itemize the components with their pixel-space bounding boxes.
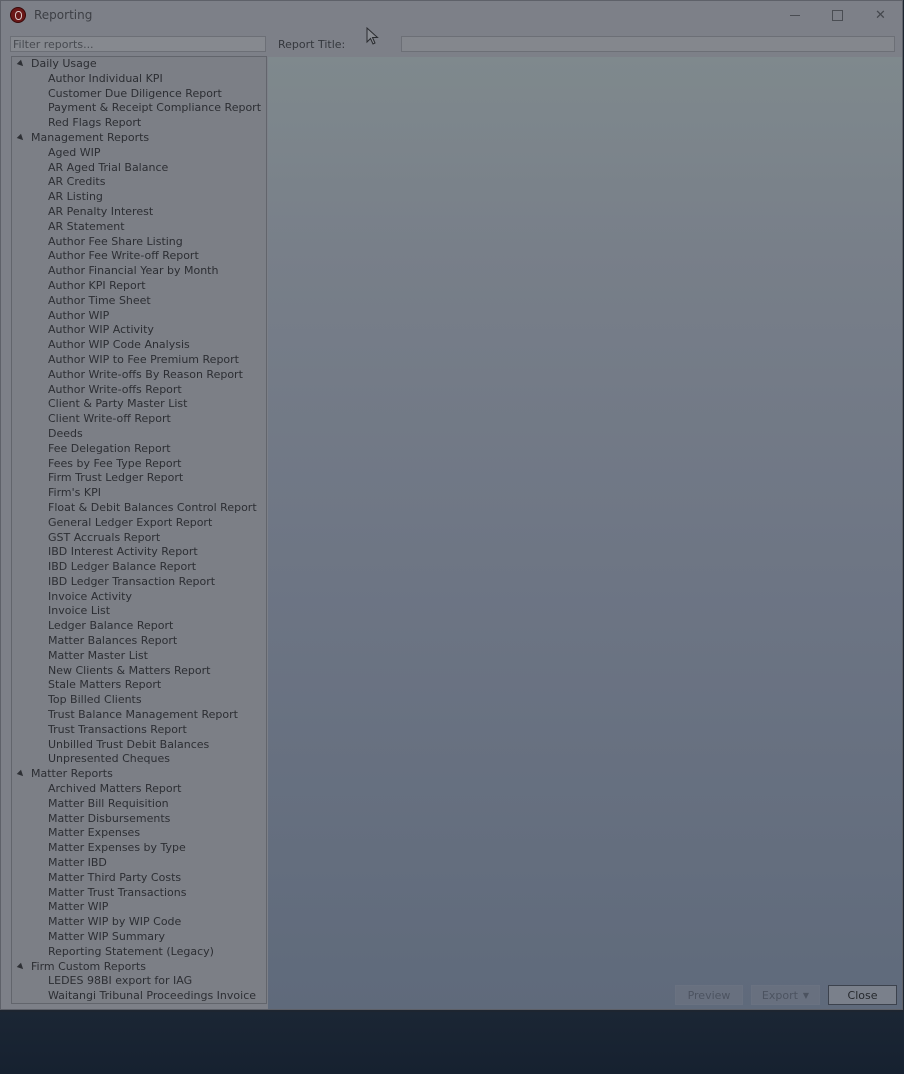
tree-report-item[interactable]: Trust Transactions Report <box>12 723 266 738</box>
tree-report-item[interactable]: IBD Ledger Balance Report <box>12 560 266 575</box>
preview-button[interactable]: Preview <box>675 985 743 1005</box>
tree-group[interactable]: Matter Reports <box>12 767 266 782</box>
tree-report-item[interactable]: Matter WIP by WIP Code <box>12 915 266 930</box>
tree-report-item[interactable]: GST Accruals Report <box>12 531 266 546</box>
tree-report-item[interactable]: Matter Trust Transactions <box>12 886 266 901</box>
tree-report-item[interactable]: Author KPI Report <box>12 279 266 294</box>
expand-triangle-icon[interactable] <box>16 59 26 69</box>
tree-report-item[interactable]: Author Fee Share Listing <box>12 235 266 250</box>
expand-triangle-icon[interactable] <box>16 133 26 143</box>
tree-report-item[interactable]: General Ledger Export Report <box>12 516 266 531</box>
tree-report-item[interactable]: IBD Ledger Transaction Report <box>12 575 266 590</box>
tree-group-label: Matter Reports <box>31 767 113 781</box>
tree-report-item[interactable]: AR Aged Trial Balance <box>12 161 266 176</box>
tree-report-item[interactable]: Author Write-offs Report <box>12 383 266 398</box>
tree-report-item[interactable]: IBD Interest Activity Report <box>12 545 266 560</box>
tree-report-item[interactable]: Client & Party Master List <box>12 397 266 412</box>
tree-group[interactable]: Firm Custom Reports <box>12 960 266 975</box>
export-button[interactable]: Export ▼ <box>751 985 820 1005</box>
maximize-icon <box>832 9 843 21</box>
close-button-label: Close <box>847 988 878 1002</box>
reporting-window: Reporting ✕ Report Title: Daily Usage Aut… <box>0 0 903 1010</box>
report-preview-pane <box>268 57 902 1009</box>
close-window-button[interactable]: ✕ <box>859 1 902 29</box>
tree-group-label: Management Reports <box>31 130 150 144</box>
tree-report-item[interactable]: Author WIP <box>12 309 266 324</box>
title-bar[interactable]: Reporting ✕ <box>1 1 902 29</box>
close-icon: ✕ <box>875 7 886 23</box>
tree-report-item[interactable]: Author WIP to Fee Premium Report <box>12 353 266 368</box>
export-button-label: Export <box>761 988 798 1002</box>
tree-report-item[interactable]: Matter Disbursements <box>12 812 266 827</box>
tree-report-item[interactable]: Matter Expenses <box>12 826 266 841</box>
tree-report-item[interactable]: Matter Master List <box>12 649 266 664</box>
report-title-label: Report Title: <box>278 38 346 51</box>
tree-report-item[interactable]: Client Write-off Report <box>12 412 266 427</box>
filter-reports-input[interactable] <box>10 36 266 52</box>
tree-report-item[interactable]: Matter Expenses by Type <box>12 841 266 856</box>
app-logo-icon <box>10 7 26 23</box>
tree-report-item[interactable]: Unpresented Cheques <box>12 752 266 767</box>
expand-triangle-icon[interactable] <box>16 962 26 971</box>
tree-report-item[interactable]: Author Individual KPI <box>12 72 266 87</box>
tree-report-item[interactable]: Author Time Sheet <box>12 294 266 309</box>
tree-report-item[interactable]: Aged WIP <box>12 146 266 161</box>
tree-report-item[interactable]: Waitangi Tribunal Proceedings Invoice <box>12 989 266 1003</box>
tree-report-item[interactable]: Trust Balance Management Report <box>12 708 266 723</box>
tree-report-item[interactable]: Author Write-offs By Reason Report <box>12 368 266 383</box>
tree-report-item[interactable]: Archived Matters Report <box>12 782 266 797</box>
minimize-button[interactable] <box>773 1 816 29</box>
tree-report-item[interactable]: Matter IBD <box>12 856 266 871</box>
tree-report-item[interactable]: Fee Delegation Report <box>12 442 266 457</box>
tree-report-item[interactable]: Float & Debit Balances Control Report <box>12 501 266 516</box>
expand-triangle-icon[interactable] <box>16 770 26 779</box>
maximize-button[interactable] <box>816 1 859 29</box>
tree-report-item[interactable]: New Clients & Matters Report <box>12 664 266 679</box>
tree-report-item[interactable]: Author Fee Write-off Report <box>12 249 266 264</box>
tree-report-item[interactable]: Deeds <box>12 427 266 442</box>
tree-report-item[interactable]: Reporting Statement (Legacy) <box>12 945 266 960</box>
window-controls: ✕ <box>773 1 902 29</box>
tree-report-item[interactable]: Top Billed Clients <box>12 693 266 708</box>
tree-report-item[interactable]: Matter Third Party Costs <box>12 871 266 886</box>
tree-report-item[interactable]: Payment & Receipt Compliance Report <box>12 101 266 116</box>
desktop-taskbar-area <box>0 1012 904 1074</box>
tree-report-item[interactable]: Matter WIP <box>12 900 266 915</box>
tree-report-item[interactable]: Matter WIP Summary <box>12 930 266 945</box>
report-title-input[interactable] <box>401 36 895 52</box>
tree-group[interactable]: Daily Usage <box>12 57 266 72</box>
tree-report-item[interactable]: Unbilled Trust Debit Balances <box>12 738 266 753</box>
tree-report-item[interactable]: Ledger Balance Report <box>12 619 266 634</box>
close-button[interactable]: Close <box>828 985 897 1005</box>
tree-report-item[interactable]: AR Credits <box>12 175 266 190</box>
tree-report-item[interactable]: Invoice List <box>12 604 266 619</box>
tree-report-item[interactable]: AR Statement <box>12 220 266 235</box>
tree-report-item[interactable]: LEDES 98BI export for IAG <box>12 974 266 989</box>
report-tree[interactable]: Daily Usage Author Individual KPI Customer… <box>11 56 267 1004</box>
tree-report-item[interactable]: Red Flags Report <box>12 116 266 131</box>
tree-report-item[interactable]: AR Penalty Interest <box>12 205 266 220</box>
tree-report-item[interactable]: Invoice Activity <box>12 590 266 605</box>
tree-report-item[interactable]: Customer Due Diligence Report <box>12 87 266 102</box>
preview-button-label: Preview <box>687 988 731 1002</box>
mouse-cursor-icon <box>366 27 379 45</box>
tree-report-item[interactable]: Stale Matters Report <box>12 678 266 693</box>
tree-report-item[interactable]: Author WIP Code Analysis <box>12 338 266 353</box>
tree-report-item[interactable]: Author Financial Year by Month <box>12 264 266 279</box>
tree-group-label: Daily Usage <box>31 57 97 70</box>
tree-report-item[interactable]: Matter Balances Report <box>12 634 266 649</box>
tree-report-item[interactable]: Matter Bill Requisition <box>12 797 266 812</box>
tree-report-item[interactable]: AR Listing <box>12 190 266 205</box>
tree-report-item[interactable]: Firm Trust Ledger Report <box>12 471 266 486</box>
tree-group-label: Firm Custom Reports <box>31 959 146 973</box>
tree-report-item[interactable]: Fees by Fee Type Report <box>12 457 266 472</box>
tree-report-item[interactable]: Author WIP Activity <box>12 323 266 338</box>
tree-group[interactable]: Management Reports <box>12 131 266 146</box>
minimize-icon <box>789 14 800 16</box>
window-title: Reporting <box>34 8 93 22</box>
dropdown-caret-icon: ▼ <box>802 990 810 1000</box>
tree-report-item[interactable]: Firm's KPI <box>12 486 266 501</box>
